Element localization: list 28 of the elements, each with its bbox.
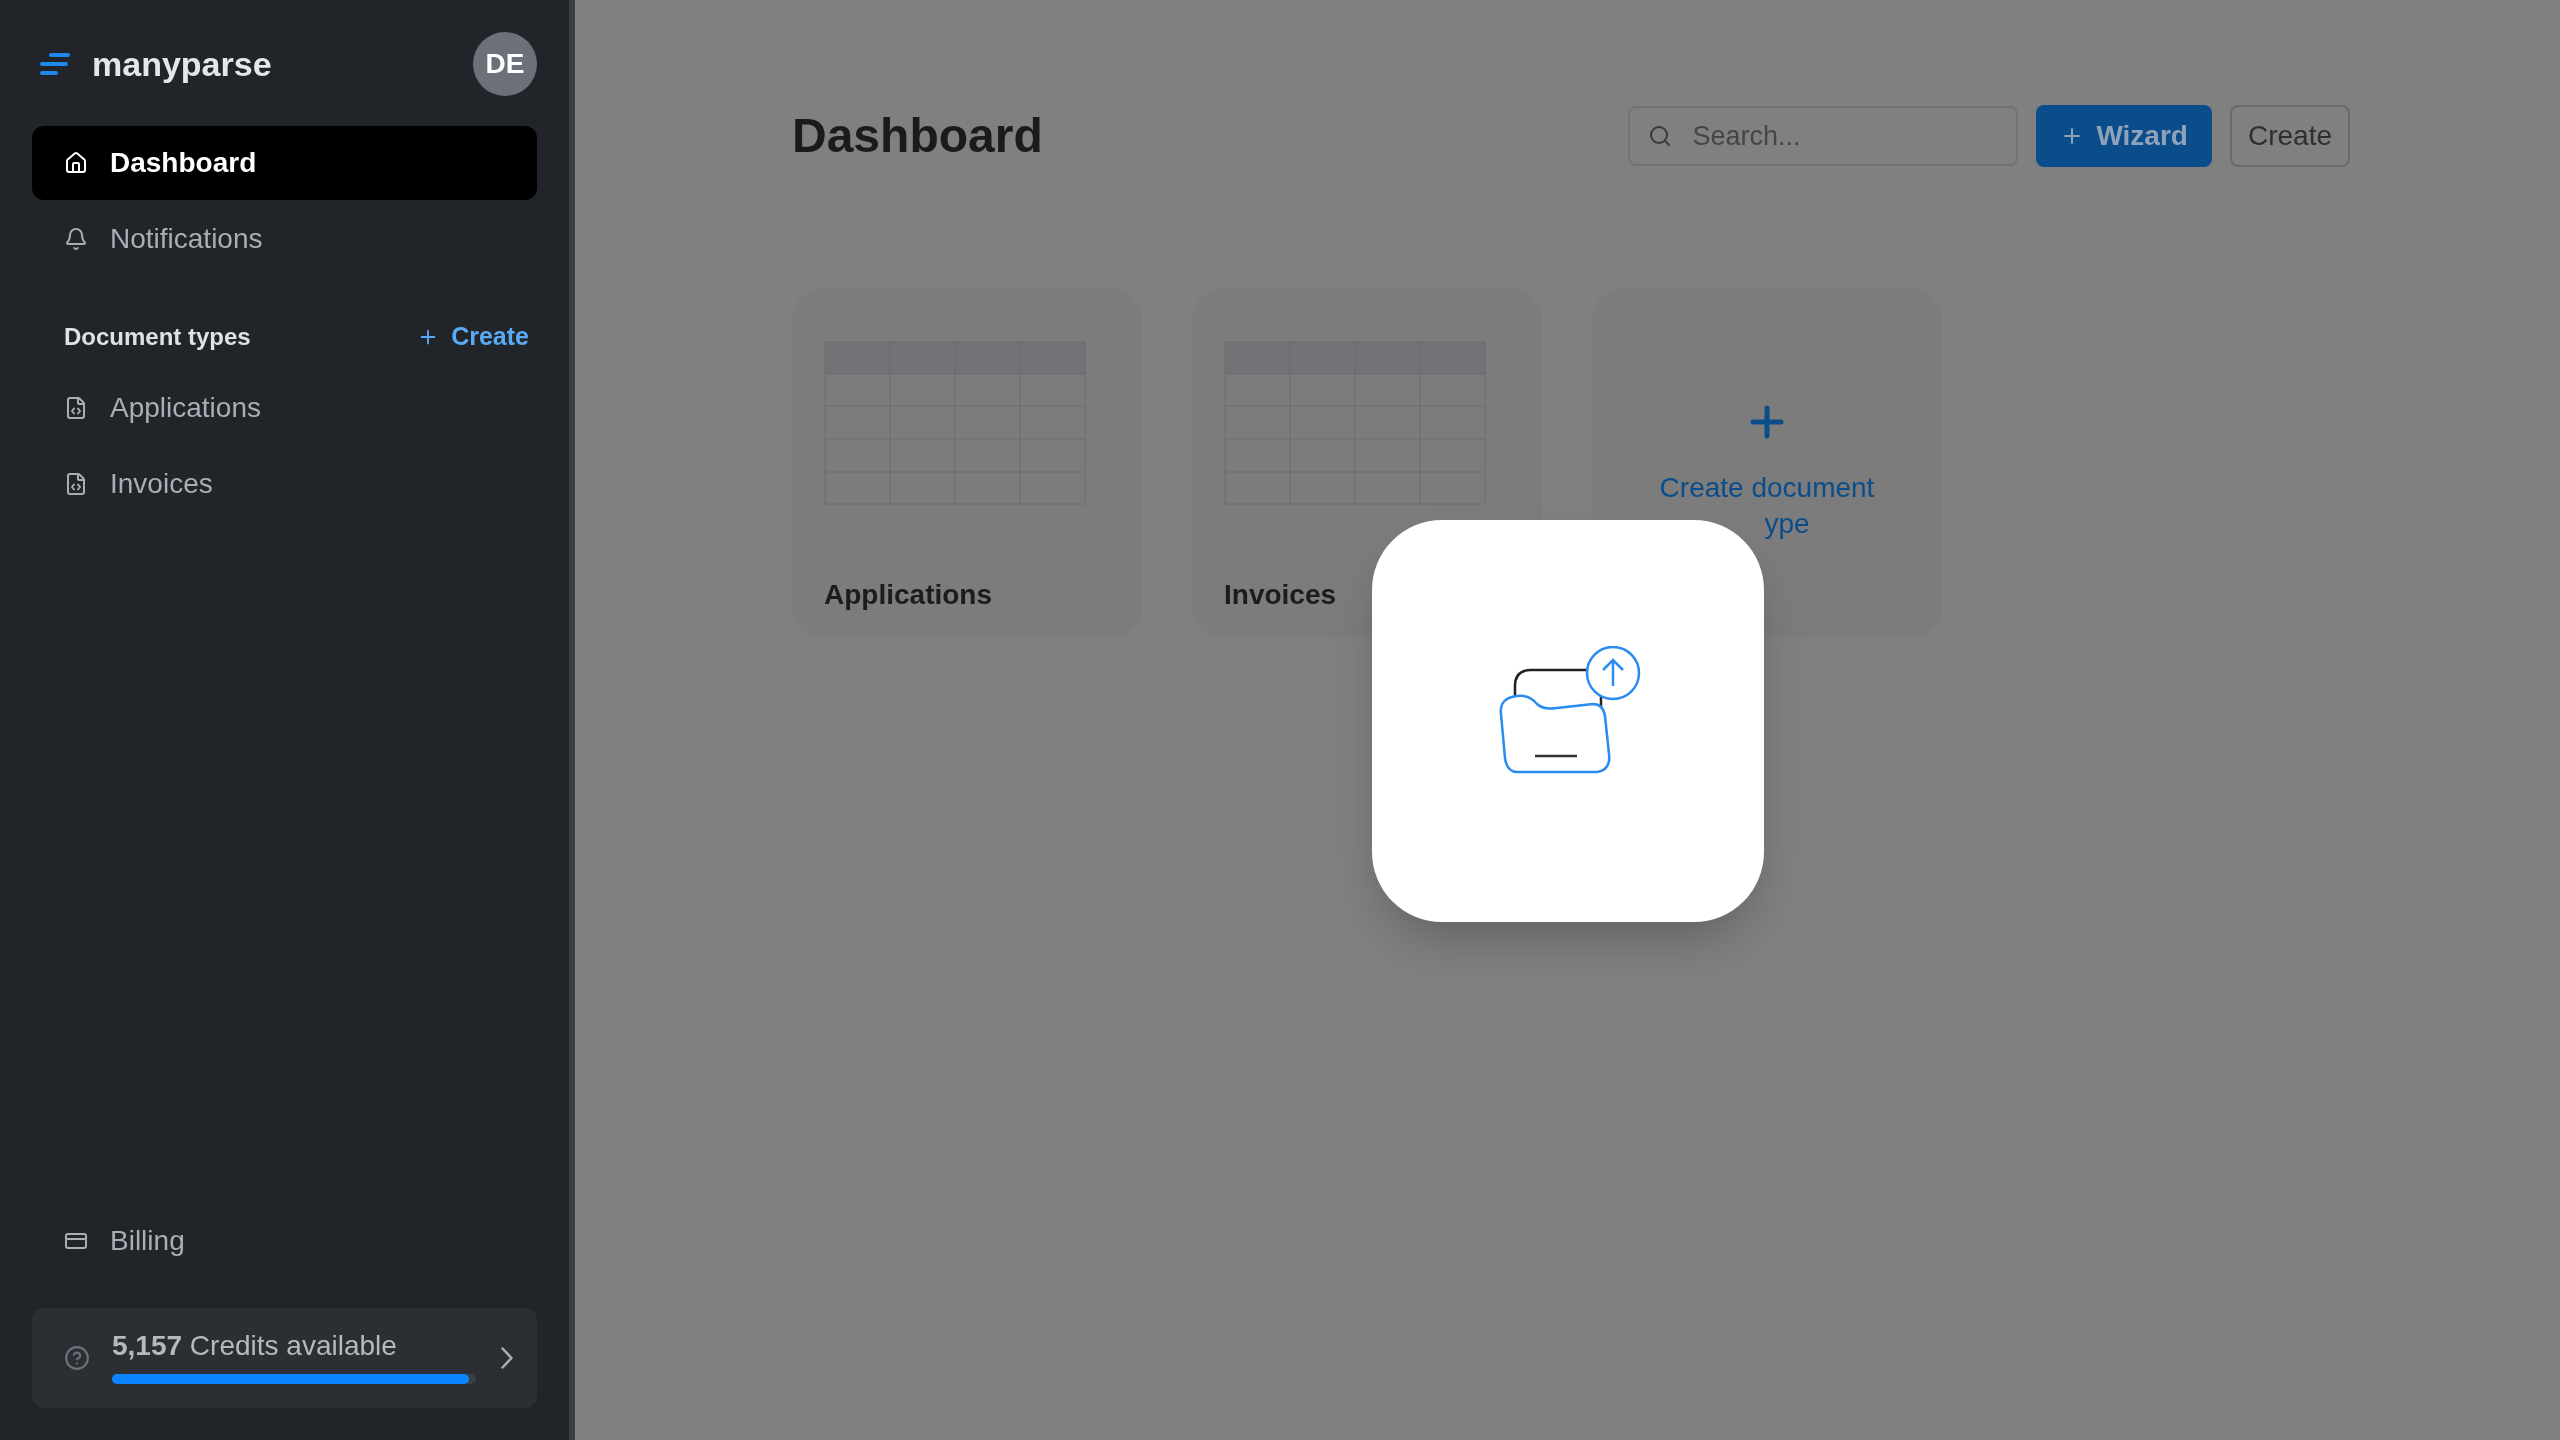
document-type-item[interactable]: Invoices: [32, 445, 537, 522]
file-icon: [64, 471, 88, 496]
create-link[interactable]: Create: [417, 318, 529, 356]
bell-icon: [64, 227, 88, 251]
wizard-button[interactable]: Wizard: [2036, 105, 2212, 167]
card-label: Create document: [1659, 471, 1875, 505]
card-label: Invoices: [1224, 578, 1338, 612]
nav-item[interactable]: Dashboard: [32, 126, 537, 200]
card-label: ype: [1763, 507, 1810, 541]
user-avatar[interactable]: DE: [473, 32, 537, 96]
logo-icon: [40, 53, 70, 75]
nav-item[interactable]: Notifications: [32, 202, 537, 276]
brand-name: manyparse: [92, 43, 272, 85]
search-field[interactable]: Search...: [1628, 106, 2019, 166]
card-label: Applications: [824, 578, 993, 612]
create-button[interactable]: Create: [2229, 105, 2350, 167]
section-title: Document types: [64, 321, 251, 352]
page-title: Dashboard: [792, 108, 1043, 164]
search-icon: [1648, 124, 1673, 148]
credits-text: 5,157 Credits available: [112, 1332, 398, 1360]
help-icon: [64, 1345, 90, 1371]
document-type-card[interactable]: Applications: [792, 288, 1142, 638]
document-type-item[interactable]: Applications: [32, 369, 537, 446]
chevron-icon: [501, 1347, 513, 1369]
credits-card[interactable]: 5,157 Credits available: [32, 1308, 537, 1408]
home-icon: [64, 151, 88, 175]
nav-item[interactable]: Billing: [32, 1204, 537, 1278]
file-icon: [64, 395, 88, 420]
